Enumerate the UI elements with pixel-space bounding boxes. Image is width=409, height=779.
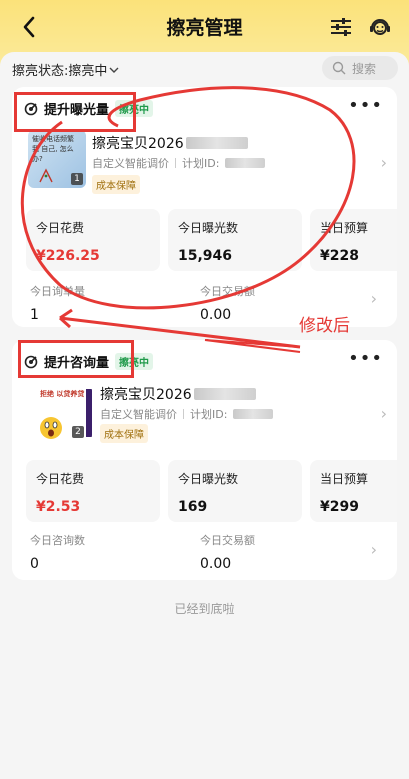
secondary-metric: 今日询单量 1 <box>30 283 85 323</box>
confused-face-icon <box>39 168 53 183</box>
secondary-value: 0.00 <box>200 307 232 323</box>
top-bar: 擦亮管理 <box>0 0 409 52</box>
plan-id-label: 计划ID: <box>190 408 228 421</box>
secondary-metric: 今日咨询数 0 <box>30 532 85 572</box>
metric-value: ¥2.53 <box>36 499 81 515</box>
guarantee-badge: 成本保障 <box>92 175 140 194</box>
strategy-label: 自定义智能调价 <box>92 157 169 170</box>
strategy-line: 自定义智能调价 计划ID: <box>100 406 274 422</box>
annotation-box <box>18 340 134 378</box>
metric-label: 今日花费 <box>36 221 85 235</box>
annotation-box <box>14 92 136 132</box>
strategy-line: 自定义智能调价 计划ID: <box>92 155 266 171</box>
search-input[interactable]: 搜索 <box>322 56 398 80</box>
thumbnail-caption: 拒绝 以贷养贷 <box>40 390 85 398</box>
redacted-plan-id <box>225 158 266 168</box>
annotation-label: 修改后 <box>299 316 350 336</box>
secondary-label: 今日交易额 <box>200 285 255 298</box>
secondary-label: 今日交易额 <box>200 534 255 547</box>
chevron-right-icon[interactable]: › <box>381 404 387 423</box>
metric-value: ¥226.25 <box>36 248 100 264</box>
chevron-right-icon[interactable]: › <box>381 153 387 172</box>
metric-label: 当日预算 <box>320 221 369 235</box>
customer-service-icon <box>370 19 390 35</box>
secondary-metric: 今日交易额 0.00 <box>200 532 255 572</box>
metric-tile: 今日花费 ¥2.53 <box>26 460 160 522</box>
redacted-id <box>185 137 248 149</box>
product-name: 擦亮宝贝2026 <box>100 384 256 404</box>
secondary-metric: 今日交易额 0.00 <box>200 283 255 323</box>
product-thumbnail[interactable]: 催收电话频繁 我 自己, 怎么办? 1 <box>28 130 86 188</box>
metric-tile: 当日预算 ¥228 <box>310 209 397 271</box>
status-filter-label: 擦亮状态:擦亮中 <box>12 64 108 79</box>
thumbnail-count: 1 <box>71 173 83 185</box>
product-thumbnail[interactable]: 拒绝 以贷养贷 2 <box>36 385 92 441</box>
more-button[interactable]: ••• <box>348 350 383 368</box>
search-icon <box>332 61 346 75</box>
thumbnail-count: 2 <box>72 426 84 438</box>
metric-value: ¥228 <box>320 248 359 264</box>
chevron-right-icon[interactable]: › <box>371 289 377 308</box>
strategy-label: 自定义智能调价 <box>100 408 177 421</box>
back-button[interactable] <box>14 12 44 42</box>
divider <box>175 158 176 168</box>
service-button[interactable] <box>366 13 394 41</box>
thumbnail-edge <box>86 389 92 437</box>
page-title: 擦亮管理 <box>166 16 243 39</box>
chevron-right-icon[interactable]: › <box>371 540 377 559</box>
metric-label: 今日曝光数 <box>178 472 239 486</box>
divider <box>183 409 184 419</box>
metric-label: 今日曝光数 <box>178 221 239 235</box>
plan-id-label: 计划ID: <box>182 157 220 170</box>
shocked-face-icon <box>40 417 62 439</box>
secondary-label: 今日咨询数 <box>30 534 85 547</box>
metric-tile: 今日曝光数 15,946 <box>168 209 302 271</box>
secondary-value: 1 <box>30 307 39 323</box>
product-name: 擦亮宝贝2026 <box>92 133 248 153</box>
redacted-plan-id <box>233 409 274 419</box>
thumbnail-caption: 催收电话频繁 我 自己, 怎么办? <box>32 135 74 163</box>
status-filter-dropdown[interactable]: 擦亮状态:擦亮中 <box>12 60 119 79</box>
more-button[interactable]: ••• <box>348 97 383 115</box>
secondary-value: 0.00 <box>200 556 232 572</box>
guarantee-badge: 成本保障 <box>100 424 148 443</box>
chevron-down-icon <box>109 67 119 73</box>
metric-tile: 今日曝光数 169 <box>168 460 302 522</box>
metric-value: 169 <box>178 499 208 515</box>
metric-label: 今日花费 <box>36 472 85 486</box>
metric-value: 15,946 <box>178 248 233 264</box>
redacted-id <box>193 388 256 400</box>
list-end-text: 已经到底啦 <box>174 602 235 616</box>
sliders-icon <box>331 18 351 36</box>
secondary-value: 0 <box>30 556 39 572</box>
chevron-left-icon <box>23 16 35 38</box>
search-placeholder: 搜索 <box>352 61 377 76</box>
secondary-label: 今日询单量 <box>30 285 85 298</box>
metric-label: 当日预算 <box>320 472 369 486</box>
metric-value: ¥299 <box>320 499 359 515</box>
filter-button[interactable] <box>327 13 355 41</box>
metric-tile: 今日花费 ¥226.25 <box>26 209 160 271</box>
metric-tile: 当日预算 ¥299 <box>310 460 397 522</box>
